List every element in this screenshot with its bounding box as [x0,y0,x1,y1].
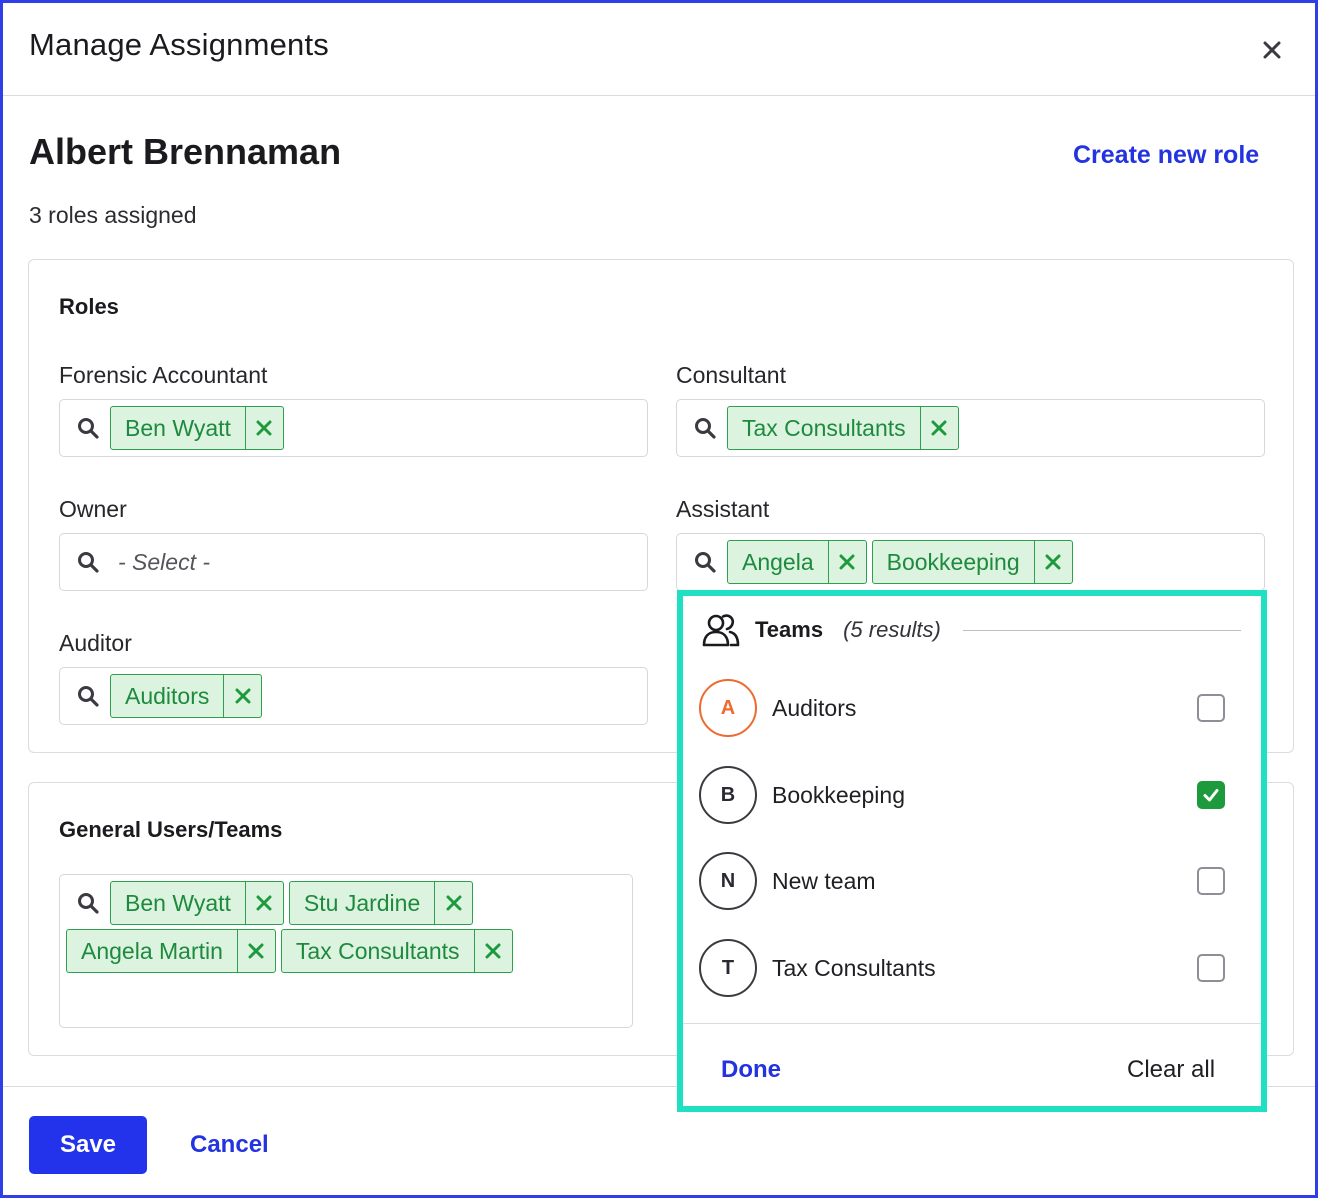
close-button[interactable] [1255,33,1289,67]
list-item-label: New team [772,867,876,894]
assistant-label: Assistant [676,496,770,522]
assignee-chip: Ben Wyatt [110,881,284,925]
list-item[interactable]: B Bookkeeping [699,766,1239,824]
owner-field[interactable]: - Select - [59,533,648,591]
auditor-field[interactable]: Auditors [59,667,648,725]
list-item-label: Auditors [772,694,857,721]
chip-label: Tax Consultants [742,414,906,441]
chip-label: Bookkeeping [886,548,1020,575]
dialog-title: Manage Assignments [29,27,329,62]
remove-x-icon [235,688,251,704]
chip-label: Tax Consultants [295,937,460,964]
search-icon [77,550,101,574]
chip-label: Angela Martin [81,937,223,964]
item-checkbox[interactable] [1197,867,1225,895]
remove-x-icon [839,554,855,570]
list-item[interactable]: A Auditors [699,679,1239,737]
chip-remove-button[interactable] [1033,541,1072,583]
remove-x-icon [485,943,501,959]
avatar: N [699,852,757,910]
remove-x-icon [256,895,272,911]
forensic-accountant-label: Forensic Accountant [59,362,268,388]
forensic-accountant-field[interactable]: Ben Wyatt [59,399,648,457]
general-section-title: General Users/Teams [59,817,283,842]
chip-remove-button[interactable] [244,882,283,924]
dropdown-group-title: Teams [755,617,824,642]
assignee-chip: Ben Wyatt [110,406,284,450]
list-item[interactable]: T Tax Consultants [699,939,1239,997]
list-item-label: Bookkeeping [772,781,905,808]
clear-all-button[interactable]: Clear all [1127,1056,1215,1084]
remove-x-icon [1045,554,1061,570]
general-chip-row: Ben Wyatt Stu Jardine [77,881,478,925]
dropdown-results-count: (5 results) [843,617,941,642]
item-checkbox[interactable] [1197,781,1225,809]
chip-remove-button[interactable] [244,407,283,449]
manage-assignments-dialog: Manage Assignments Albert Brennaman Crea… [0,0,1318,1198]
create-new-role-link[interactable]: Create new role [1073,141,1259,170]
remove-x-icon [931,420,947,436]
assignee-chip: Auditors [110,674,263,718]
roles-section-title: Roles [59,294,119,319]
checkmark-icon [1203,789,1219,802]
search-icon [77,891,101,915]
dropdown-group-header: Teams (5 results) [701,610,1241,650]
avatar: A [699,679,757,737]
dropdown-footer-divider [683,1023,1261,1024]
chip-remove-button[interactable] [473,930,512,972]
assignee-chip: Tax Consultants [280,929,513,973]
chip-remove-button[interactable] [919,407,958,449]
close-icon [1263,41,1281,59]
remove-x-icon [248,943,264,959]
search-icon [694,550,718,574]
search-icon [77,684,101,708]
users-group-icon [702,614,740,647]
remove-x-icon [446,895,462,911]
consultant-field[interactable]: Tax Consultants [676,399,1265,457]
search-icon [77,416,101,440]
person-name: Albert Brennaman [29,131,342,172]
chip-label: Angela [742,548,814,575]
chip-label: Ben Wyatt [125,414,231,441]
chip-label: Stu Jardine [303,889,421,916]
roles-count-text: 3 roles assigned [29,202,197,228]
teams-dropdown: Teams (5 results) A Auditors B Bookkeepi… [677,590,1267,1112]
dropdown-list: A Auditors B Bookkeeping N New team T Ta… [683,666,1261,1022]
search-icon [694,416,718,440]
save-button[interactable]: Save [29,1116,147,1174]
general-chip-row: Angela Martin Tax Consultants [66,929,518,973]
assignee-chip: Tax Consultants [727,406,959,450]
owner-placeholder: - Select - [118,548,211,575]
chip-remove-button[interactable] [434,882,472,924]
item-checkbox[interactable] [1197,954,1225,982]
done-button[interactable]: Done [721,1056,781,1084]
dialog-header: Manage Assignments [3,3,1315,96]
dropdown-header-divider [962,629,1241,631]
assistant-field[interactable]: Angela Bookkeeping [676,533,1265,591]
chip-remove-button[interactable] [236,930,275,972]
assignee-chip: Angela [727,540,867,584]
consultant-label: Consultant [676,362,786,388]
chip-label: Auditors [125,682,210,709]
chip-remove-button[interactable] [827,541,866,583]
list-item[interactable]: N New team [699,852,1239,910]
chip-label: Ben Wyatt [125,889,231,916]
chip-remove-button[interactable] [223,675,261,717]
list-item-label: Tax Consultants [772,954,936,981]
remove-x-icon [256,420,272,436]
assignee-chip: Angela Martin [66,929,276,973]
avatar: T [699,939,757,997]
assignee-chip: Bookkeeping [871,540,1073,584]
owner-label: Owner [59,496,127,522]
assignee-chip: Stu Jardine [288,881,474,925]
cancel-button[interactable]: Cancel [190,1131,269,1159]
item-checkbox[interactable] [1197,694,1225,722]
avatar: B [699,766,757,824]
auditor-label: Auditor [59,630,132,656]
